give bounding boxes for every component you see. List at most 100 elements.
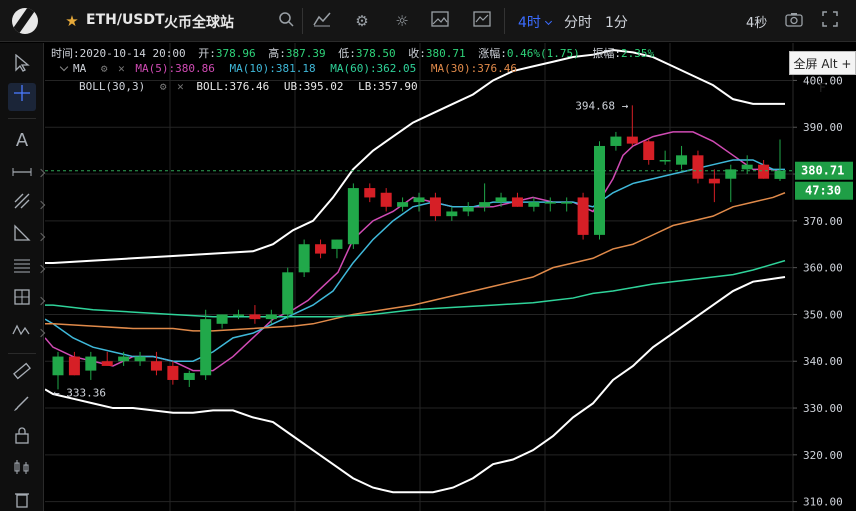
timeframe-dropdown-chevron-icon[interactable] xyxy=(544,17,553,26)
candle xyxy=(233,309,244,320)
candle-body xyxy=(758,164,770,179)
timeframe-4h[interactable]: 4时 xyxy=(518,12,541,32)
collapse-chevron-icon[interactable] xyxy=(59,62,69,72)
brush-tool-icon[interactable] xyxy=(8,393,36,421)
price-axis-ticks: 400.00390.00380.00370.00360.00350.00340.… xyxy=(793,74,843,509)
fullscreen-icon[interactable] xyxy=(820,11,840,31)
candle-body xyxy=(708,178,720,184)
tool-expand-chevron-icon[interactable] xyxy=(36,296,46,306)
price-chart[interactable]: 400.00390.00380.00370.00360.00350.00340.… xyxy=(44,43,856,511)
rectangle-tool-icon[interactable] xyxy=(8,287,36,315)
price-tick-label: 370.00 xyxy=(803,215,843,228)
tool-expand-chevron-icon[interactable] xyxy=(36,168,46,178)
exchange-name: 火币全球站 xyxy=(164,15,234,31)
ma60-value: MA(60):362.05 xyxy=(330,62,417,75)
candle xyxy=(380,188,392,212)
current-price-text: 380.71 xyxy=(801,164,844,178)
settings-gear-icon[interactable]: ⚙ xyxy=(352,11,372,31)
tool-expand-chevron-icon[interactable] xyxy=(36,232,46,242)
price-tick-label: 340.00 xyxy=(803,355,843,368)
ma-legend: MA ⚙ ✕ MA(5):380.86 MA(10):381.18 MA(60)… xyxy=(59,62,518,75)
countdown-label: 4秒 xyxy=(746,16,768,31)
candle xyxy=(594,141,605,240)
candle xyxy=(282,267,294,320)
boll-remove-icon[interactable]: ✕ xyxy=(177,80,184,93)
tool-expand-chevron-icon[interactable] xyxy=(36,200,46,210)
price-tick-label: 320.00 xyxy=(803,449,843,462)
chart-grid xyxy=(45,43,793,511)
candle-body xyxy=(511,197,523,207)
candlestick-chart[interactable]: 400.00390.00380.00370.00360.00350.00340.… xyxy=(44,43,856,511)
chart-layout-icon[interactable] xyxy=(472,11,492,31)
candle-body xyxy=(479,202,491,207)
candle xyxy=(364,183,376,203)
candle-body xyxy=(692,155,704,179)
indicators-icon[interactable] xyxy=(312,11,332,31)
triangle-tool-icon[interactable] xyxy=(8,223,36,251)
search-icon[interactable] xyxy=(276,11,296,31)
ub-value: UB:395.02 xyxy=(283,80,344,93)
candle-style-icon[interactable] xyxy=(8,457,36,485)
change-label: 涨幅: xyxy=(478,47,507,60)
candle xyxy=(183,370,195,387)
high-value: 387.39 xyxy=(285,47,326,60)
ma-indicator-name: MA xyxy=(73,62,87,75)
boll-settings-icon[interactable]: ⚙ xyxy=(160,80,167,93)
candle-body xyxy=(626,136,638,144)
candle-body xyxy=(331,239,343,249)
boll-legend: BOLL(30,3) ⚙ ✕ BOLL:376.46 UB:395.02 LB:… xyxy=(79,80,418,93)
candle-body xyxy=(774,170,786,179)
candle xyxy=(52,351,64,390)
candle xyxy=(643,138,655,165)
time-label: 时间: xyxy=(51,47,80,60)
favorite-star-icon[interactable]: ★ xyxy=(62,11,82,31)
symbol-name[interactable]: ETH/USDT xyxy=(86,12,165,28)
huobi-logo-icon xyxy=(12,8,38,34)
ohlc-info-line: 时间:2020-10-14 20:00 开:378.96 高:387.39 低:… xyxy=(51,45,654,61)
image-snapshot-icon[interactable] xyxy=(430,11,450,31)
fibonacci-tool-icon[interactable] xyxy=(8,255,36,283)
timeframe-1m[interactable]: 1分 xyxy=(605,12,628,32)
ruler-tool-icon[interactable] xyxy=(8,361,36,389)
ma-settings-icon[interactable]: ⚙ xyxy=(101,62,108,75)
candle-body xyxy=(577,197,589,235)
candle-body xyxy=(315,244,327,254)
candle-body xyxy=(200,319,212,376)
low-marker-label: ← 333.36 xyxy=(53,386,106,399)
candle-body xyxy=(380,192,392,207)
ma10-line xyxy=(44,159,785,362)
wave-pattern-tool-icon[interactable] xyxy=(8,319,36,347)
crosshair-icon[interactable] xyxy=(8,83,36,111)
camera-icon[interactable] xyxy=(784,11,804,31)
candle-body xyxy=(134,356,146,362)
tool-expand-chevron-icon[interactable] xyxy=(36,328,46,338)
trend-lines-tool-icon[interactable] xyxy=(8,191,36,219)
delete-trash-icon[interactable] xyxy=(8,489,36,511)
ma30-value: MA(30):376.46 xyxy=(430,62,518,75)
theme-sun-icon[interactable]: ☼ xyxy=(392,11,412,31)
candle-body xyxy=(594,145,605,235)
cursor-arrow-icon[interactable] xyxy=(8,53,36,81)
open-label: 开: xyxy=(198,47,216,60)
tool-expand-chevron-icon[interactable] xyxy=(36,264,46,274)
candle-body xyxy=(561,202,573,204)
candle-body xyxy=(183,372,195,380)
horizontal-line-tool-icon[interactable] xyxy=(8,159,36,187)
candle xyxy=(610,131,622,151)
candle xyxy=(413,192,425,212)
candle-body xyxy=(265,314,277,320)
candle xyxy=(511,192,523,207)
text-tool-icon[interactable]: A xyxy=(8,127,36,155)
candle-body xyxy=(741,164,753,170)
candle-body xyxy=(528,202,540,207)
candle-body xyxy=(495,197,507,203)
tool-divider xyxy=(8,118,36,119)
countdown-text: 47:30 xyxy=(805,184,841,198)
timeframe-minute[interactable]: 分时 xyxy=(564,12,592,32)
candle-body xyxy=(150,361,162,371)
change-value: 0.46%(1.75) xyxy=(506,47,580,60)
lock-icon[interactable] xyxy=(8,425,36,453)
candle-body xyxy=(118,356,130,362)
ma-remove-icon[interactable]: ✕ xyxy=(118,62,125,75)
high-marker-label: 394.68 → xyxy=(575,99,628,112)
